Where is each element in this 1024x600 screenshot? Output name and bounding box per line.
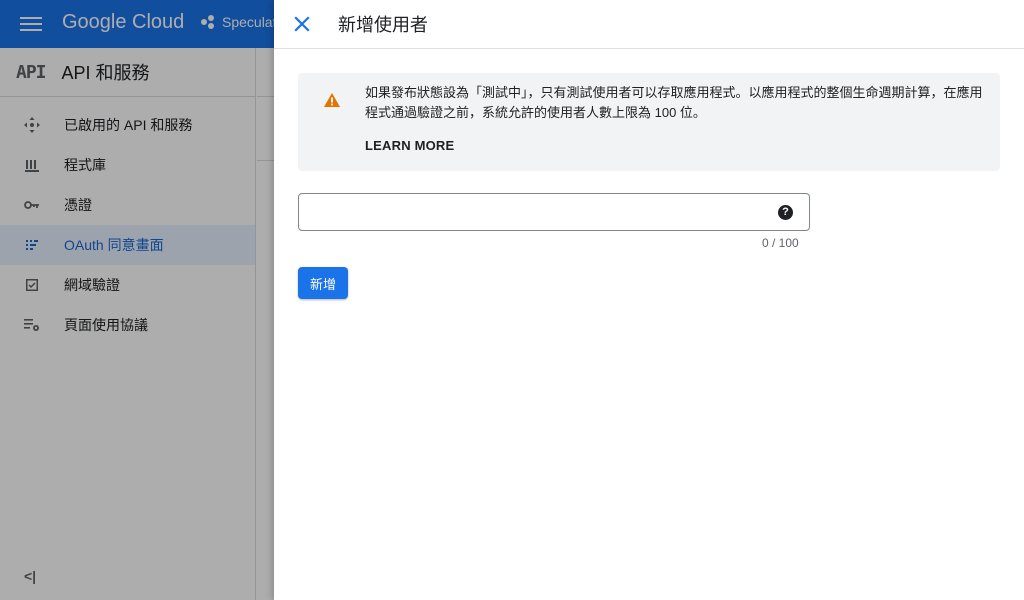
close-button[interactable]	[290, 12, 314, 36]
user-email-field[interactable]: ?	[298, 193, 810, 231]
notice-text: 如果發布狀態設為「測試中」，只有測試使用者可以存取應用程式。以應用程式的整個生命…	[365, 85, 983, 120]
add-button[interactable]: 新增	[298, 267, 348, 299]
user-email-input[interactable]	[309, 202, 759, 222]
panel-title: 新增使用者	[338, 15, 428, 35]
warning-icon	[324, 93, 340, 107]
add-user-panel: 新增使用者 如果發布狀態設為「測試中」，只有測試使用者可以存取應用程式。以應用程…	[274, 0, 1024, 600]
learn-more-link[interactable]: LEARN MORE	[365, 138, 454, 153]
notice-banner: 如果發布狀態設為「測試中」，只有測試使用者可以存取應用程式。以應用程式的整個生命…	[298, 73, 1000, 171]
close-icon	[294, 16, 310, 32]
panel-header: 新增使用者	[274, 0, 1024, 49]
character-counter: 0 / 100	[762, 236, 799, 250]
help-icon[interactable]: ?	[778, 205, 793, 220]
